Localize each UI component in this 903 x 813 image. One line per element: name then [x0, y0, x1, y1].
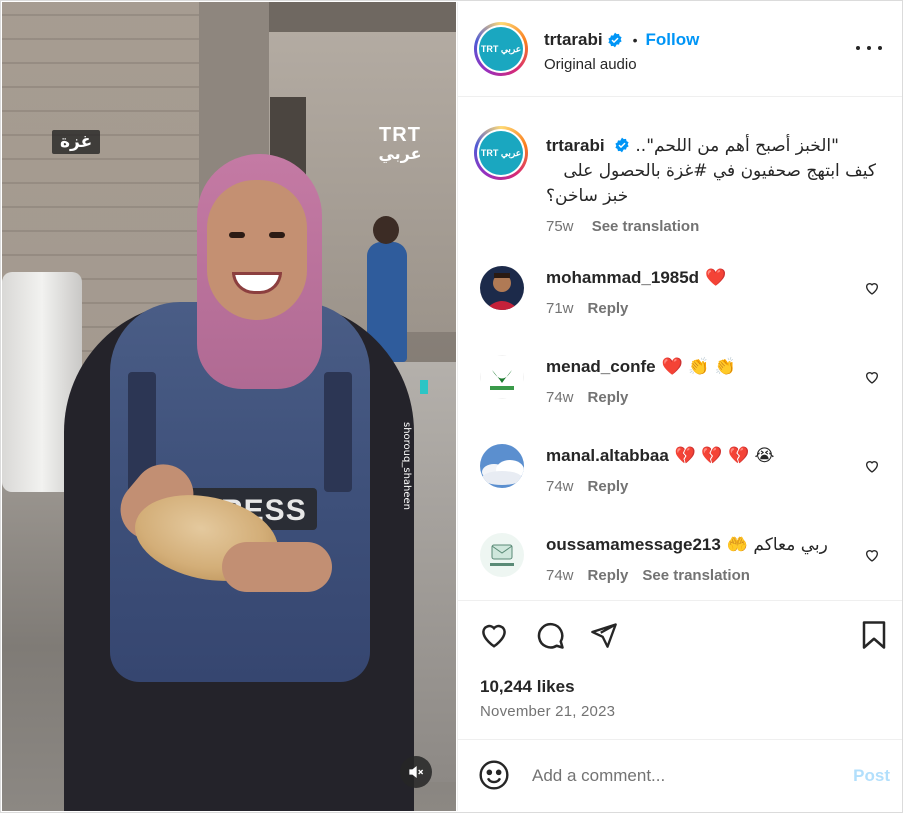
- audio-label[interactable]: Original audio: [544, 56, 637, 73]
- trt-arabi-logo: TRT عربي: [378, 124, 422, 163]
- commenter-avatar[interactable]: [480, 444, 524, 488]
- comment-button[interactable]: [534, 619, 566, 651]
- comment-age: 71w: [546, 300, 574, 317]
- comment-like-icon[interactable]: [864, 547, 880, 563]
- likes-count[interactable]: 10,244 likes: [480, 677, 575, 697]
- commenter-avatar[interactable]: [480, 533, 524, 577]
- comment-like-icon[interactable]: [864, 369, 880, 385]
- comment-username[interactable]: menad_confe: [546, 357, 656, 376]
- comment-age: 74w: [546, 478, 574, 495]
- bookmark-icon: [862, 621, 886, 649]
- see-translation-link[interactable]: See translation: [592, 218, 700, 235]
- location-tag: غزة: [52, 130, 101, 154]
- reply-button[interactable]: Reply: [588, 478, 629, 495]
- comment-composer: Post: [458, 741, 902, 811]
- comment-username[interactable]: oussamamessage213: [546, 535, 721, 554]
- like-button[interactable]: [478, 619, 510, 651]
- comment-text: ❤️: [705, 268, 727, 288]
- comment-like-icon[interactable]: [864, 280, 880, 296]
- comment-username[interactable]: mohammad_1985d: [546, 268, 699, 287]
- follow-button[interactable]: Follow: [645, 30, 699, 50]
- comment-item: manal.altabbaa 💔 💔 💔 😭 74w Reply: [480, 444, 880, 514]
- more-icon: [856, 46, 860, 50]
- caption-text: trtarabi "الخبز أصبح أهم من اللحم".. كيف…: [546, 134, 892, 209]
- mute-button[interactable]: [400, 756, 432, 788]
- author-row: trtarabi • Follow: [544, 30, 699, 50]
- comment-username[interactable]: manal.altabbaa: [546, 446, 669, 465]
- caption-meta: 75w See translation: [546, 218, 892, 235]
- comment-like-icon[interactable]: [864, 458, 880, 474]
- reporter-face: [207, 180, 307, 320]
- post-date: November 21, 2023: [480, 703, 616, 720]
- save-button[interactable]: [858, 619, 890, 651]
- comment-icon: [537, 622, 564, 649]
- reply-button[interactable]: Reply: [588, 300, 629, 317]
- comment-text: 🤲 ربي معاكم: [726, 535, 828, 555]
- comment-item: mohammad_1985d ❤️ 71w Reply: [480, 266, 880, 336]
- credit-bar: [420, 380, 428, 394]
- see-translation-link[interactable]: See translation: [642, 567, 750, 584]
- comment-age: 74w: [546, 389, 574, 406]
- post-sidebar: TRT عربي trtarabi • Follow Original audi…: [457, 2, 902, 811]
- post-button[interactable]: Post: [853, 766, 890, 786]
- post-header: TRT عربي trtarabi • Follow Original audi…: [458, 2, 902, 97]
- emoji-icon[interactable]: [478, 759, 510, 791]
- verified-badge-icon: [615, 137, 629, 153]
- author-avatar[interactable]: TRT عربي: [474, 22, 528, 76]
- reply-button[interactable]: Reply: [588, 567, 629, 584]
- caption-line-1: "الخبز أصبح أهم من اللحم"..: [635, 136, 839, 156]
- video-credit: shorouq_shaheen: [401, 422, 412, 511]
- commenter-avatar[interactable]: [480, 266, 524, 310]
- comments-section: TRT عربي trtarabi "الخبز أصبح أهم من الل…: [458, 98, 902, 598]
- comment-item: menad_confe ❤️ 👏 👏 74w Reply: [480, 355, 880, 425]
- caption-line-2: كيف ابتهج صحفيون في #غزة بالحصول على: [563, 161, 876, 181]
- post-video[interactable]: PRESS غزة TRT عربي shorouq_shaheen: [2, 2, 456, 811]
- hand-right: [222, 542, 332, 592]
- share-icon: [591, 623, 617, 648]
- more-options-button[interactable]: [856, 38, 882, 58]
- caption-line-3: خبز ساخن؟: [546, 186, 629, 206]
- separator-dot: •: [632, 32, 638, 48]
- caption-avatar[interactable]: TRT عربي: [474, 126, 528, 180]
- heart-icon: [482, 624, 506, 648]
- caption-age: 75w: [546, 218, 574, 235]
- muted-audio-icon: [409, 765, 424, 779]
- commenter-avatar[interactable]: [480, 355, 524, 399]
- comment-text: 💔 💔 💔 😭: [674, 446, 775, 466]
- comment-item: oussamamessage213 🤲 ربي معاكم 74w Reply See…: [480, 533, 880, 598]
- caption-username[interactable]: trtarabi: [546, 136, 605, 155]
- action-bar: 10,244 likes November 21, 2023: [458, 600, 902, 740]
- share-button[interactable]: [588, 619, 620, 651]
- comment-text: ❤️ 👏 👏: [661, 357, 736, 377]
- reply-button[interactable]: Reply: [588, 389, 629, 406]
- comment-age: 74w: [546, 567, 574, 584]
- comment-input[interactable]: [532, 763, 832, 789]
- avatar-text: TRT عربي: [479, 27, 523, 71]
- author-username[interactable]: trtarabi: [544, 30, 603, 50]
- verified-badge-icon: [607, 32, 622, 48]
